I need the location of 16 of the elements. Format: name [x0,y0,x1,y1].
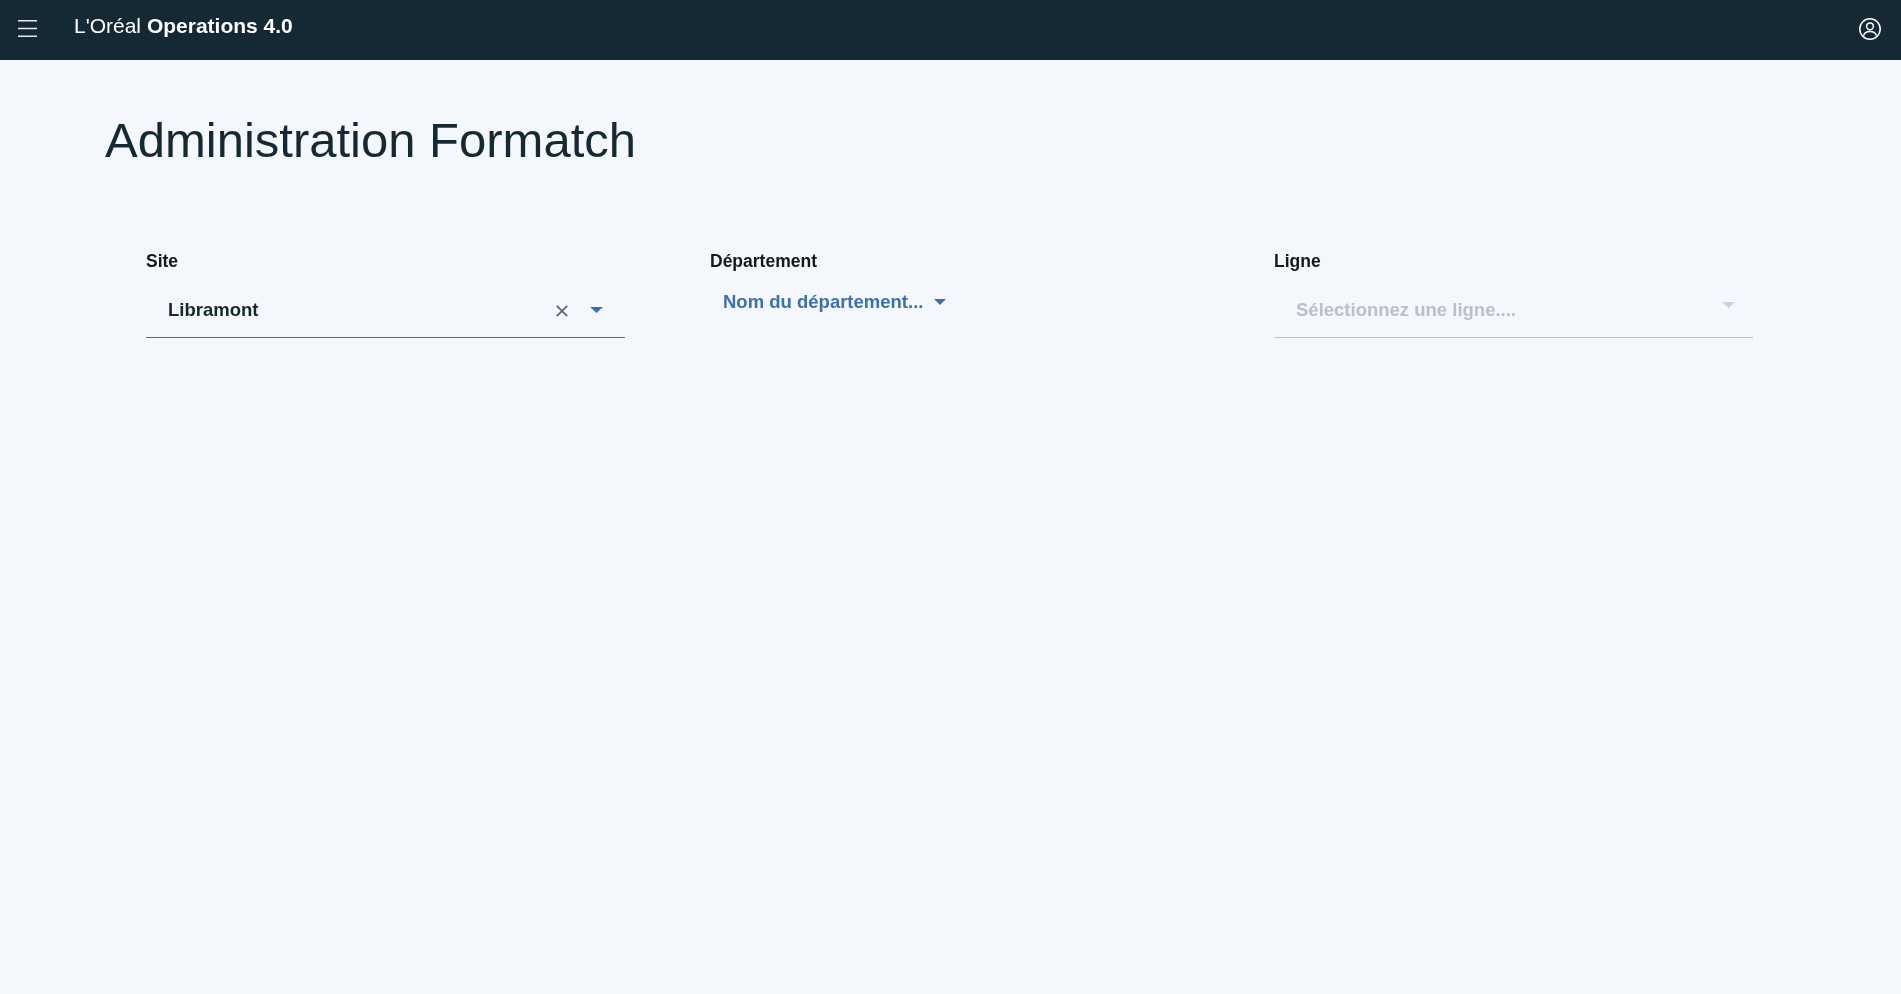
caret-icon [590,306,603,313]
page-title: Administration Formatch [105,112,636,169]
caret-icon [934,299,947,305]
field-label: Département [710,251,817,271]
caret-icon [1722,301,1735,308]
inline-dropdown[interactable]: Nom du département... [710,282,947,322]
menu-button[interactable] [18,20,37,37]
user-button[interactable] [1859,17,1881,40]
close-icon [556,304,568,317]
brand-title: L'Oréal Operations 4.0 [74,14,293,38]
select-field[interactable]: Libramont [146,290,625,338]
clear-button[interactable] [556,304,568,317]
user-icon [1859,17,1881,40]
field-label: Site [146,251,179,271]
menu-icon [18,20,37,37]
field-label: Ligne [1274,251,1321,271]
